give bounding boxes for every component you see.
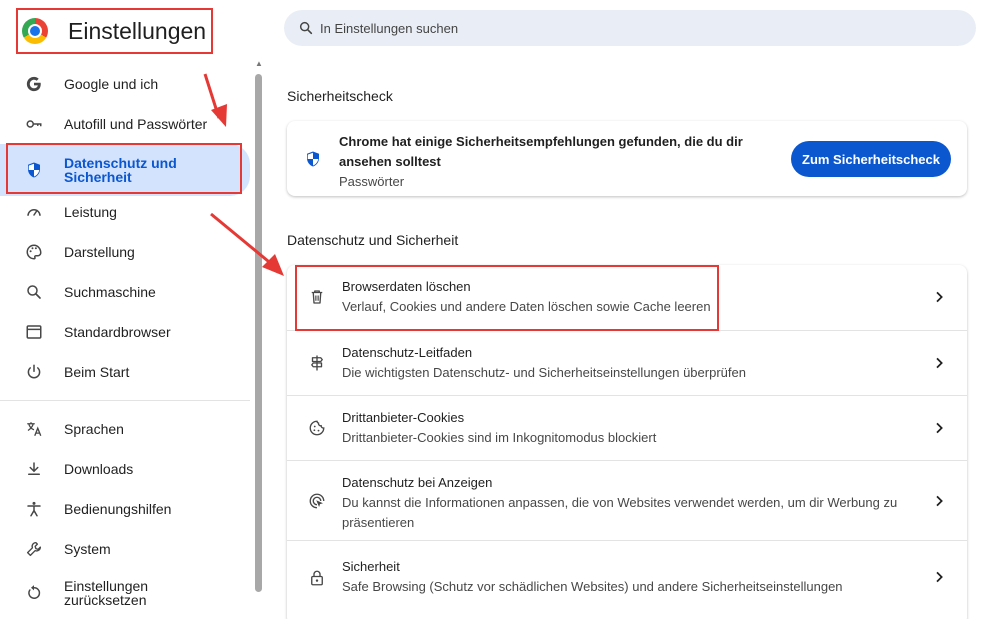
row-subtitle: Die wichtigsten Datenschutz- und Sicherh… — [342, 365, 746, 380]
chrome-logo-icon — [22, 18, 48, 44]
translate-icon — [24, 419, 44, 439]
sidebar-item-label: Einstellungen zurücksetzen — [64, 578, 149, 608]
sidebar-item-label: Darstellung — [64, 244, 135, 260]
sidebar-item-autofill[interactable]: Autofill und Passwörter — [0, 104, 250, 144]
row-texts: Datenschutz bei Anzeigen Du kannst die I… — [342, 473, 912, 533]
sidebar-item-system[interactable]: System — [0, 529, 250, 569]
page-title: Einstellungen — [68, 17, 207, 44]
row-subtitle: Du kannst die Informationen anpassen, di… — [342, 495, 898, 530]
power-icon — [24, 362, 44, 382]
browser-window-icon — [24, 322, 44, 342]
sidebar-item-on-startup[interactable]: Beim Start — [0, 352, 250, 392]
wrench-icon — [24, 539, 44, 559]
shield-icon — [307, 151, 319, 167]
row-texts: Drittanbieter-Cookies Drittanbieter-Cook… — [342, 408, 912, 448]
row-texts: Sicherheit Safe Browsing (Schutz vor sch… — [342, 557, 912, 597]
sidebar-item-appearance[interactable]: Darstellung — [0, 232, 250, 272]
chevron-right-icon — [936, 495, 943, 507]
signpost-icon — [307, 353, 327, 373]
row-third-party-cookies[interactable]: Drittanbieter-Cookies Drittanbieter-Cook… — [287, 395, 967, 460]
sidebar-item-label: Google und ich — [64, 76, 159, 92]
sidebar-item-performance[interactable]: Leistung — [0, 192, 250, 232]
row-security[interactable]: Sicherheit Safe Browsing (Schutz vor sch… — [287, 540, 967, 610]
settings-search-bar[interactable] — [284, 10, 976, 46]
annotation-highlight-row — [295, 265, 719, 331]
search-input[interactable] — [320, 20, 920, 36]
sidebar-item-search-engine[interactable]: Suchmaschine — [0, 272, 250, 312]
safety-check-card: Chrome hat einige Sicherheitsempfehlunge… — [287, 121, 967, 196]
row-subtitle: Safe Browsing (Schutz vor schädlichen We… — [342, 579, 843, 594]
sidebar-item-label: Leistung — [64, 204, 117, 220]
row-ad-privacy[interactable]: Datenschutz bei Anzeigen Du kannst die I… — [287, 460, 967, 540]
search-icon — [299, 21, 313, 35]
row-title: Datenschutz-Leitfaden — [342, 345, 473, 360]
key-icon — [24, 114, 44, 134]
safety-check-subtitle: Passwörter — [339, 174, 405, 189]
settings-header-brand: Einstellungen — [16, 8, 213, 54]
section-title-privacy-security: Datenschutz und Sicherheit — [287, 232, 459, 248]
sidebar-item-reset-settings[interactable]: Einstellungen zurücksetzen — [0, 569, 250, 617]
sidebar-item-label: Sprachen — [64, 421, 124, 437]
chevron-right-icon — [936, 571, 943, 583]
cookie-icon — [307, 418, 327, 438]
sidebar-item-languages[interactable]: Sprachen — [0, 409, 250, 449]
search-icon — [24, 282, 44, 302]
safety-check-message: Chrome hat einige Sicherheitsempfehlunge… — [339, 134, 743, 169]
download-icon — [24, 459, 44, 479]
sidebar-item-google[interactable]: Google und ich — [0, 64, 250, 104]
sidebar-divider — [0, 400, 250, 401]
google-g-icon — [24, 74, 44, 94]
row-texts: Datenschutz-Leitfaden Die wichtigsten Da… — [342, 343, 912, 383]
row-subtitle: Drittanbieter-Cookies sind im Inkognitom… — [342, 430, 657, 445]
chevron-right-icon — [936, 291, 943, 303]
sidebar-item-label: Bedienungshilfen — [64, 501, 172, 517]
speedometer-icon — [24, 202, 44, 222]
sidebar-item-label: Autofill und Passwörter — [64, 116, 208, 132]
row-title: Sicherheit — [342, 559, 400, 574]
lock-icon — [307, 568, 327, 588]
sidebar-item-downloads[interactable]: Downloads — [0, 449, 250, 489]
section-title-safety-check: Sicherheitscheck — [287, 88, 393, 104]
scroll-up-arrow-icon[interactable]: ▲ — [255, 60, 263, 68]
sidebar-item-label: Downloads — [64, 461, 134, 477]
row-privacy-guide[interactable]: Datenschutz-Leitfaden Die wichtigsten Da… — [287, 330, 967, 395]
sidebar-item-default-browser[interactable]: Standardbrowser — [0, 312, 250, 352]
sidebar-item-label: System — [64, 541, 111, 557]
palette-icon — [24, 242, 44, 262]
sidebar-item-accessibility[interactable]: Bedienungshilfen — [0, 489, 250, 529]
sidebar-item-label: Beim Start — [64, 364, 130, 380]
accessibility-icon — [24, 499, 44, 519]
annotation-highlight-sidebar — [6, 143, 242, 194]
sidebar-item-label: Standardbrowser — [64, 324, 171, 340]
safety-check-button[interactable]: Zum Sicherheitscheck — [791, 141, 951, 177]
safety-check-text: Chrome hat einige Sicherheitsempfehlunge… — [339, 132, 759, 192]
chevron-right-icon — [936, 422, 943, 434]
chevron-right-icon — [936, 357, 943, 369]
row-title: Datenschutz bei Anzeigen — [342, 475, 493, 490]
ad-privacy-icon — [307, 491, 327, 511]
sidebar-scrollbar-thumb[interactable] — [255, 74, 262, 592]
reset-icon — [24, 583, 44, 603]
sidebar-item-label: Suchmaschine — [64, 284, 156, 300]
row-title: Drittanbieter-Cookies — [342, 410, 465, 425]
